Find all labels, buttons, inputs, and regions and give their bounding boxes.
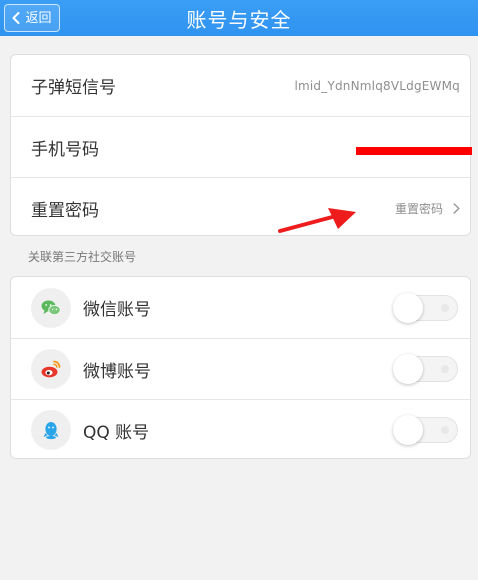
social-accounts-card: 微信账号 微博账号 QQ 账号 bbox=[10, 276, 471, 459]
chevron-right-icon bbox=[453, 202, 460, 214]
account-card: 子弹短信号 lmid_YdnNmlq8VLdgEWMq 手机号码 重置密码 重置… bbox=[10, 54, 471, 236]
social-section-title: 关联第三方社交账号 bbox=[28, 250, 137, 264]
bullet-id-label: 子弹短信号 bbox=[31, 78, 116, 98]
wechat-icon bbox=[31, 287, 71, 328]
toggle-knob bbox=[393, 292, 423, 323]
account-security-screen: 返回 账号与安全 子弹短信号 lmid_YdnNmlq8VLdgEWMq 手机号… bbox=[0, 0, 478, 580]
weibo-icon bbox=[31, 349, 71, 389]
wechat-toggle[interactable] bbox=[393, 292, 458, 323]
phone-number-label: 手机号码 bbox=[31, 139, 99, 160]
wechat-label: 微信账号 bbox=[83, 300, 151, 320]
phone-number-redaction bbox=[356, 147, 472, 155]
annotation-arrow-icon bbox=[278, 208, 356, 233]
toggle-knob bbox=[393, 354, 423, 384]
page-title: 账号与安全 bbox=[186, 7, 292, 32]
reset-password-link[interactable]: 重置密码 bbox=[395, 200, 460, 217]
qq-row: QQ 账号 bbox=[11, 399, 470, 458]
back-button-label: 返回 bbox=[25, 10, 52, 26]
qq-icon bbox=[31, 410, 71, 450]
qq-label: QQ 账号 bbox=[83, 422, 150, 443]
weibo-row: 微博账号 bbox=[11, 338, 470, 399]
toggle-track-dot bbox=[441, 365, 449, 373]
toggle-track-dot bbox=[441, 303, 449, 312]
back-button[interactable]: 返回 bbox=[4, 4, 60, 32]
weibo-label: 微博账号 bbox=[83, 361, 151, 382]
toggle-track-dot bbox=[441, 426, 449, 434]
chevron-left-icon bbox=[12, 12, 20, 24]
reset-password-value: 重置密码 bbox=[394, 201, 443, 216]
bullet-id-value: lmid_YdnNmlq8VLdgEWMq bbox=[294, 78, 460, 93]
reset-password-label: 重置密码 bbox=[31, 200, 99, 221]
toggle-knob bbox=[393, 415, 423, 445]
reset-password-row[interactable]: 重置密码 重置密码 bbox=[11, 177, 470, 235]
bullet-id-row: 子弹短信号 lmid_YdnNmlq8VLdgEWMq bbox=[11, 55, 470, 116]
qq-toggle[interactable] bbox=[393, 415, 458, 445]
top-bar: 返回 账号与安全 bbox=[0, 0, 478, 36]
weibo-toggle[interactable] bbox=[393, 354, 458, 384]
wechat-row: 微信账号 bbox=[11, 277, 470, 338]
